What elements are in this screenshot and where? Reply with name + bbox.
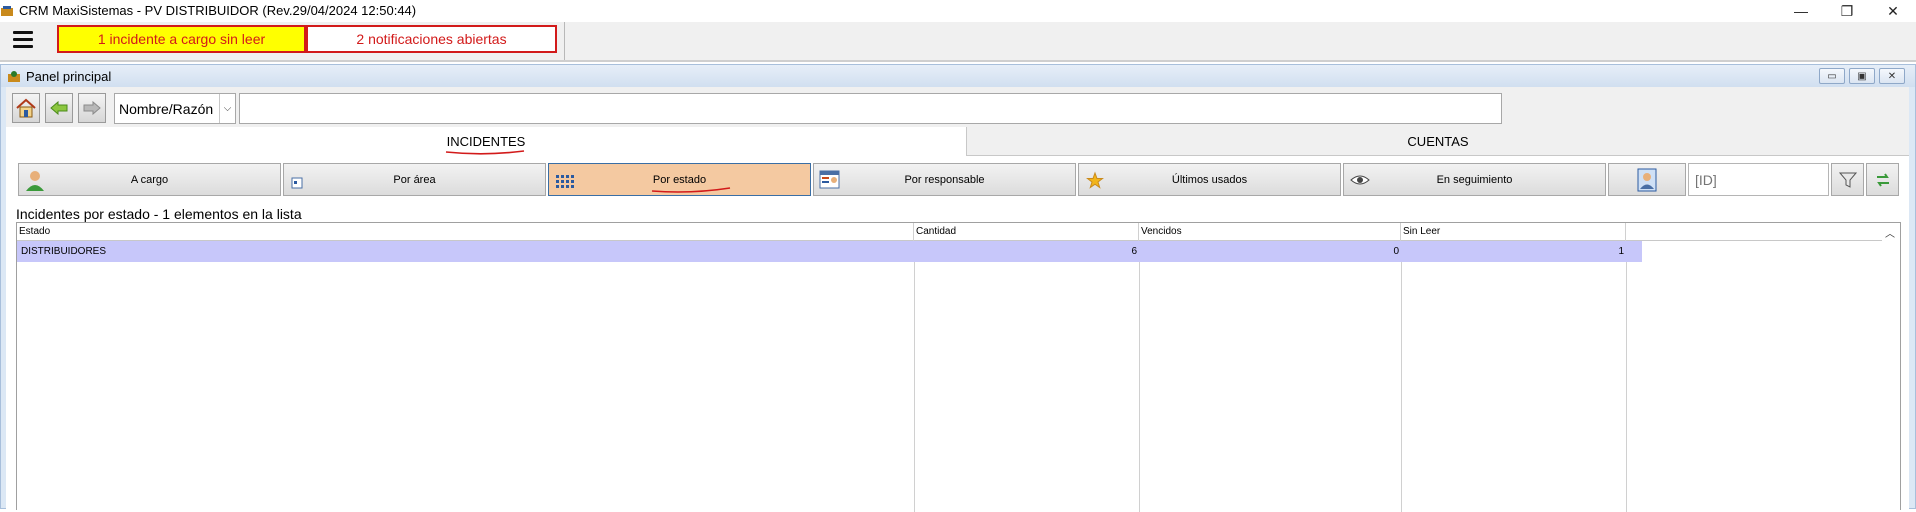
- responsible-icon: [819, 170, 840, 189]
- tab-cuentas[interactable]: CUENTAS: [966, 127, 1909, 156]
- panel-body: Nombre/Razón ⌵ INCIDENTES CUENTAS A carg…: [6, 87, 1909, 512]
- forward-button[interactable]: [78, 93, 106, 123]
- home-icon: [16, 98, 36, 118]
- view-ultimos-usados-button[interactable]: Últimos usados: [1078, 163, 1341, 196]
- filter-icon: [1838, 172, 1857, 188]
- search-field-select[interactable]: Nombre/Razón ⌵: [114, 93, 236, 124]
- hamburger-icon[interactable]: [13, 31, 33, 48]
- panel-title: Panel principal: [26, 69, 112, 84]
- panel-maximize-button[interactable]: ▣: [1849, 68, 1875, 84]
- panel-controls: ▭ ▣ ✕: [1819, 68, 1905, 84]
- column-header-vencidos[interactable]: Vencidos: [1139, 223, 1401, 241]
- red-underline-mark: [445, 150, 524, 155]
- contact-card-icon: [1637, 168, 1657, 191]
- refresh-arrows-icon: [1876, 172, 1889, 187]
- arrow-left-icon: [50, 101, 68, 115]
- grid-list-icon: [556, 175, 574, 188]
- panel-close-button[interactable]: ✕: [1879, 68, 1905, 84]
- cell-sin-leer: 1: [1618, 246, 1624, 257]
- open-notifications-alert[interactable]: 2 notificaciones abiertas: [306, 25, 557, 53]
- arrow-right-icon: [83, 101, 101, 115]
- view-en-seguimiento-label: En seguimiento: [1436, 173, 1513, 186]
- column-header-sin-leer[interactable]: Sin Leer: [1401, 223, 1626, 241]
- app-icon: [1, 6, 13, 16]
- tab-incidentes-label: INCIDENTES: [446, 134, 526, 149]
- main-panel-window: Panel principal ▭ ▣ ✕ Nombre/Razón ⌵ INC…: [0, 64, 1916, 512]
- view-a-cargo-label: A cargo: [130, 173, 169, 186]
- cell-vencidos: 0: [1393, 246, 1399, 257]
- restore-button[interactable]: ❐: [1824, 0, 1870, 22]
- view-por-area-label: Por área: [393, 173, 436, 186]
- red-underline-mark: [651, 186, 731, 193]
- cell-estado: DISTRIBUIDORES: [21, 246, 107, 257]
- view-por-area-button[interactable]: Por área: [283, 163, 546, 196]
- os-title-bar: CRM MaxiSistemas - PV DISTRIBUIDOR (Rev.…: [0, 0, 1916, 22]
- incidents-table: Estado Cantidad Vencidos Sin Leer ︿ DIST…: [16, 222, 1901, 512]
- user-icon: [26, 171, 44, 191]
- view-por-estado-button[interactable]: Por estado: [548, 163, 811, 196]
- eye-icon: [1350, 175, 1370, 185]
- filter-button[interactable]: [1831, 163, 1864, 196]
- column-divider: [1139, 262, 1140, 512]
- search-field-value: Nombre/Razón: [119, 100, 214, 117]
- search-toolbar: Nombre/Razón ⌵: [6, 87, 1909, 127]
- unread-incidents-alert[interactable]: 1 incidente a cargo sin leer: [57, 25, 306, 53]
- window-title: CRM MaxiSistemas - PV DISTRIBUIDOR (Rev.…: [19, 3, 417, 18]
- table-header: Estado Cantidad Vencidos Sin Leer: [17, 223, 1882, 241]
- id-input[interactable]: [1688, 163, 1829, 196]
- column-header-estado[interactable]: Estado: [17, 223, 914, 241]
- area-icon: [291, 177, 303, 189]
- column-divider: [1401, 262, 1402, 512]
- star-icon: [1086, 171, 1104, 189]
- view-por-responsable-button[interactable]: Por responsable: [813, 163, 1076, 196]
- main-tabs: INCIDENTES CUENTAS: [6, 127, 1909, 156]
- panel-title-bar: Panel principal ▭ ▣ ✕: [1, 65, 1915, 87]
- home-button[interactable]: [12, 93, 40, 123]
- refresh-button[interactable]: [1866, 163, 1899, 196]
- cell-cantidad: 6: [1131, 246, 1137, 257]
- column-divider: [1626, 262, 1627, 512]
- view-ultimos-usados-label: Últimos usados: [1171, 173, 1248, 186]
- panel-minimize-button[interactable]: ▭: [1819, 68, 1845, 84]
- chevron-down-icon: ⌵: [219, 94, 235, 123]
- tab-cuentas-label: CUENTAS: [1407, 133, 1469, 149]
- toolbar-divider: [564, 22, 565, 60]
- app-toolbar: 1 incidente a cargo sin leer 2 notificac…: [0, 22, 1916, 62]
- table-row[interactable]: DISTRIBUIDORES 6 0 1: [17, 241, 1642, 262]
- scroll-up-arrow-icon[interactable]: ︿: [1880, 223, 1900, 241]
- view-selector: A cargo Por área Por estado Por responsa…: [6, 156, 1909, 202]
- tab-incidentes[interactable]: INCIDENTES: [6, 127, 966, 156]
- column-divider: [914, 262, 915, 512]
- view-a-cargo-button[interactable]: A cargo: [18, 163, 281, 196]
- list-title: Incidentes por estado - 1 elementos en l…: [16, 206, 302, 222]
- back-button[interactable]: [45, 93, 73, 123]
- view-en-seguimiento-button[interactable]: En seguimiento: [1343, 163, 1606, 196]
- view-por-responsable-label: Por responsable: [904, 173, 985, 186]
- minimize-button[interactable]: —: [1778, 0, 1824, 22]
- panel-icon: [8, 71, 20, 82]
- close-button[interactable]: ✕: [1870, 0, 1916, 22]
- view-por-estado-label: Por estado: [652, 173, 707, 186]
- column-header-cantidad[interactable]: Cantidad: [914, 223, 1139, 241]
- window-controls: — ❐ ✕: [1778, 0, 1916, 22]
- contact-card-button[interactable]: [1608, 163, 1686, 196]
- search-input[interactable]: [239, 93, 1502, 124]
